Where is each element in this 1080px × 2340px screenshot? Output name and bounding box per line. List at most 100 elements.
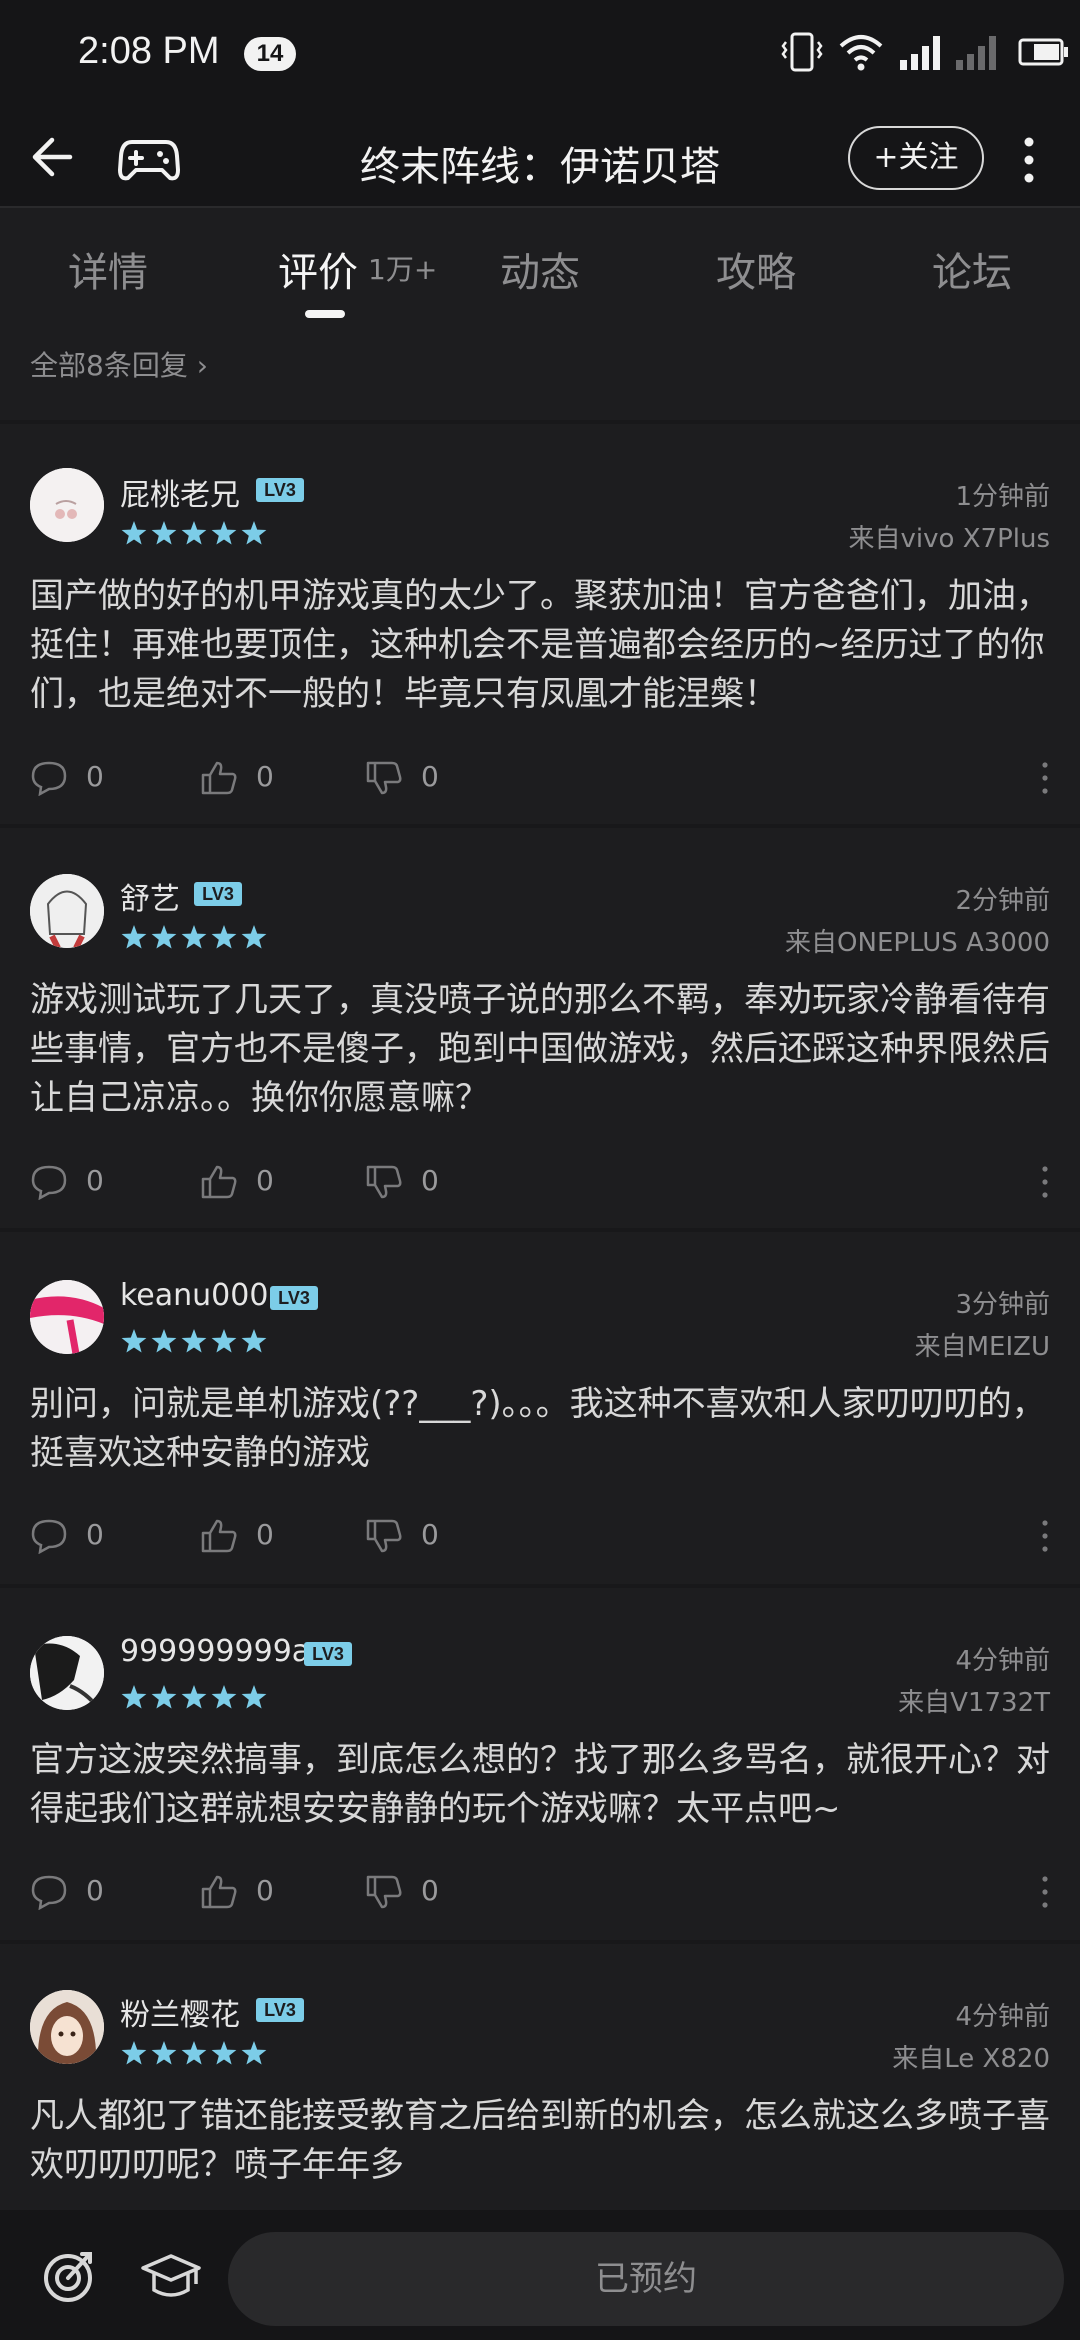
thumbs-up-icon — [201, 1165, 237, 1199]
star-icon — [211, 521, 237, 545]
signal-icon-2 — [956, 36, 996, 70]
top-bar: 终末阵线：伊诺贝塔 +关注 — [0, 110, 1080, 208]
dislike-count: 0 — [421, 1518, 439, 1551]
review-content[interactable]: 游戏测试玩了几天了，真没喷子说的那么不羁，奉劝玩家冷静看待有些事情，官方也不是傻… — [30, 976, 1050, 1123]
star-icon — [181, 521, 207, 545]
thumbs-up-icon — [201, 1519, 237, 1553]
back-arrow-icon[interactable] — [26, 132, 76, 182]
thumbs-down-icon — [366, 1519, 402, 1553]
rating-stars — [121, 925, 267, 949]
star-icon — [181, 925, 207, 949]
comment-icon — [31, 1519, 67, 1554]
review-time: 4分钟前 — [955, 1646, 1050, 1676]
review-content[interactable]: 官方这波突然搞事，到底怎么想的？找了那么多骂名，就很开心？对得起我们这群就想安安… — [30, 1736, 1050, 1834]
comment-count: 0 — [86, 1874, 104, 1907]
star-icon — [121, 1329, 147, 1353]
star-icon — [151, 925, 177, 949]
comment-count: 0 — [86, 1518, 104, 1551]
review-item: 舒艺 LV3 2分钟前 来自ONEPLUS A3000 游戏测试玩了几天了，真没… — [0, 828, 1080, 1232]
tab-reviews[interactable]: 评价 — [278, 240, 358, 298]
thumbs-down-icon — [366, 761, 402, 795]
like-count: 0 — [256, 760, 274, 793]
rating-stars — [121, 2041, 267, 2065]
star-icon — [241, 2041, 267, 2065]
avatar[interactable] — [30, 1636, 104, 1710]
bottom-bar: 已预约 — [0, 2210, 1080, 2340]
more-vertical-icon[interactable] — [1040, 1518, 1050, 1554]
comment-count: 0 — [86, 760, 104, 793]
username[interactable]: 舒艺 — [120, 874, 180, 918]
review-item: keanu000 LV3 3分钟前 来自MEIZU 别问，问就是单机游戏(??_… — [0, 1232, 1080, 1588]
tab-indicator — [305, 310, 345, 318]
like-count: 0 — [256, 1164, 274, 1197]
review-device: 来自ONEPLUS A3000 — [785, 928, 1050, 958]
reserved-button[interactable]: 已预约 — [228, 2232, 1064, 2326]
all-replies-link[interactable]: 全部8条回复 › — [30, 344, 208, 384]
thumbs-down-icon — [366, 1165, 402, 1199]
rating-stars — [121, 521, 267, 545]
dislike-count: 0 — [421, 1164, 439, 1197]
thumbs-up-icon — [201, 761, 237, 795]
review-content[interactable]: 别问，问就是单机游戏(??___?)。。。我这种不喜欢和人家叨叨叨的，挺喜欢这种… — [30, 1380, 1050, 1478]
review-time: 4分钟前 — [955, 2002, 1050, 2032]
like-count: 0 — [256, 1874, 274, 1907]
star-icon — [151, 521, 177, 545]
review-time: 3分钟前 — [955, 1290, 1050, 1320]
tab-reviews-count: 1万+ — [368, 253, 438, 286]
level-badge: LV3 — [270, 1286, 318, 1310]
username[interactable]: 粉兰樱花 — [120, 1990, 240, 2034]
review-actions: 0 0 0 — [30, 1162, 1050, 1202]
like-count: 0 — [256, 1518, 274, 1551]
review-time: 2分钟前 — [955, 886, 1050, 916]
thumbs-up-icon — [201, 1875, 237, 1909]
star-icon — [151, 1329, 177, 1353]
all-replies-label: 全部8条回复 — [30, 349, 188, 382]
username[interactable]: keanu000 — [120, 1278, 268, 1313]
status-time: 2:08 PM — [78, 30, 220, 72]
graduation-cap-icon[interactable] — [140, 2250, 202, 2302]
more-vertical-icon[interactable] — [1040, 1164, 1050, 1200]
avatar[interactable] — [30, 468, 104, 542]
star-icon — [241, 1685, 267, 1709]
notification-badge: 14 — [244, 37, 296, 71]
star-icon — [211, 1685, 237, 1709]
wifi-icon — [839, 35, 883, 71]
review-actions: 0 0 0 — [30, 758, 1050, 798]
target-icon[interactable] — [40, 2248, 96, 2304]
gamepad-icon[interactable] — [118, 130, 180, 186]
review-item: 粉兰樱花 LV3 4分钟前 来自Le X820 凡人都犯了错还能接受教育之后给到… — [0, 1944, 1080, 2210]
star-icon — [121, 521, 147, 545]
more-vertical-icon[interactable] — [1018, 130, 1040, 190]
review-content[interactable]: 国产做的好的机甲游戏真的太少了。聚获加油！官方爸爸们，加油，挺住！再难也要顶住，… — [30, 572, 1050, 719]
review-time: 1分钟前 — [955, 482, 1050, 512]
star-icon — [241, 1329, 267, 1353]
tab-details[interactable]: 详情 — [68, 240, 148, 298]
star-icon — [151, 2041, 177, 2065]
tab-guides[interactable]: 攻略 — [716, 240, 796, 298]
signal-icon-1 — [900, 36, 940, 70]
avatar[interactable] — [30, 1280, 104, 1354]
more-vertical-icon[interactable] — [1040, 1874, 1050, 1910]
username[interactable]: 屁桃老兄 — [120, 470, 240, 514]
star-icon — [181, 2041, 207, 2065]
star-icon — [181, 1329, 207, 1353]
status-bar: 2:08 PM 14 — [0, 0, 1080, 110]
review-device: 来自vivo X7Plus — [848, 524, 1050, 554]
level-badge: LV3 — [256, 478, 304, 502]
tab-updates[interactable]: 动态 — [500, 240, 580, 298]
avatar[interactable] — [30, 874, 104, 948]
star-icon — [121, 1685, 147, 1709]
page-title: 终末阵线：伊诺贝塔 — [360, 144, 720, 190]
battery-icon — [1018, 38, 1068, 66]
username[interactable]: 999999999a — [120, 1634, 310, 1669]
review-device: 来自Le X820 — [892, 2044, 1050, 2074]
level-badge: LV3 — [256, 1998, 304, 2022]
star-icon — [211, 1329, 237, 1353]
follow-button[interactable]: +关注 — [848, 126, 984, 190]
avatar[interactable] — [30, 1990, 104, 2064]
tab-forum[interactable]: 论坛 — [932, 240, 1012, 298]
star-icon — [211, 2041, 237, 2065]
review-item: 999999999a LV3 4分钟前 来自V1732T 官方这波突然搞事，到底… — [0, 1588, 1080, 1944]
review-content[interactable]: 凡人都犯了错还能接受教育之后给到新的机会，怎么就这么多喷子喜欢叨叨叨呢？喷子年年… — [30, 2092, 1050, 2190]
more-vertical-icon[interactable] — [1040, 760, 1050, 796]
